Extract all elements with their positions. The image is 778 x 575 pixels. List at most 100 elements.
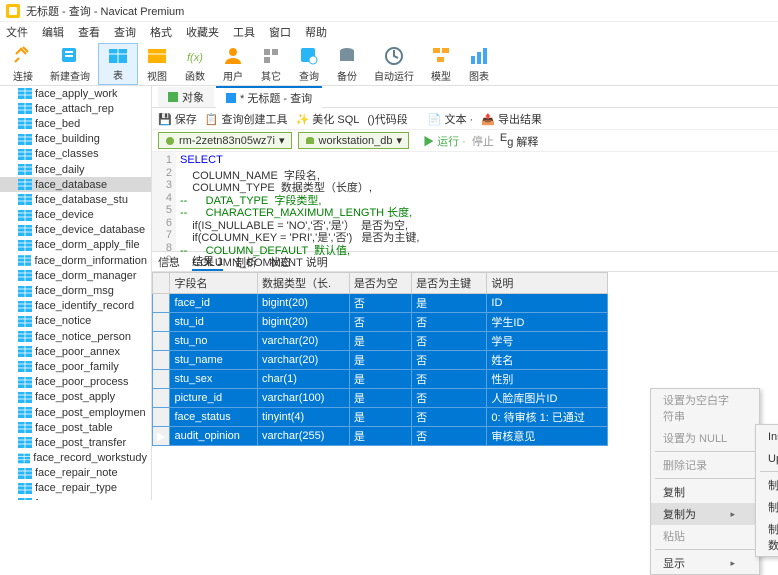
toolbar-other[interactable]: 其它 — [252, 43, 290, 85]
sidebar-item[interactable]: face_repair_note — [0, 466, 151, 481]
sidebar-item[interactable]: face_database_stu — [0, 192, 151, 207]
cell[interactable]: stu_name — [170, 351, 258, 370]
ctx-insert[interactable]: Insert 语句 — [756, 425, 778, 447]
table-row[interactable]: stu_novarchar(20)是否学号 — [153, 332, 608, 351]
ctx-tab-both[interactable]: 制表符分隔值 (字段名和数据) — [756, 518, 778, 556]
table-row[interactable]: stu_idbigint(20)否否学生ID — [153, 313, 608, 332]
text-button[interactable]: 📄 文本 · — [428, 111, 474, 127]
ctx-display[interactable]: 显示 — [651, 552, 759, 574]
cell[interactable]: 否 — [412, 408, 487, 427]
save-button[interactable]: 💾 保存 — [158, 111, 197, 127]
cell[interactable]: stu_no — [170, 332, 258, 351]
toolbar-plug[interactable]: 连接 — [4, 43, 42, 85]
cell[interactable]: 学号 — [487, 332, 608, 351]
col-header[interactable]: 说明 — [487, 273, 608, 294]
cell[interactable]: tinyint(4) — [258, 408, 350, 427]
cell[interactable]: face_status — [170, 408, 258, 427]
sidebar-item[interactable]: face_poor_family — [0, 359, 151, 374]
menu-fav[interactable]: 收藏夹 — [186, 24, 219, 40]
db-select[interactable]: workstation_db ▾ — [298, 132, 410, 149]
sidebar-item[interactable]: face_notice — [0, 314, 151, 329]
tab-objects[interactable]: 对象 — [158, 87, 214, 107]
toolbar-chart[interactable]: 图表 — [460, 43, 498, 85]
cell[interactable]: 否 — [349, 294, 411, 313]
menu-edit[interactable]: 编辑 — [42, 24, 64, 40]
toolbar-newquery[interactable]: 新建查询 — [42, 43, 98, 85]
menu-format[interactable]: 格式 — [150, 24, 172, 40]
cell[interactable]: 是 — [349, 351, 411, 370]
sidebar-item[interactable]: face_attach_rep — [0, 101, 151, 116]
stop-button[interactable]: 停止 — [472, 133, 494, 149]
sidebar-item[interactable]: face_building — [0, 132, 151, 147]
table-row[interactable]: stu_namevarchar(20)是否姓名 — [153, 351, 608, 370]
segment-button[interactable]: ()代码段 — [367, 111, 407, 127]
sidebar-item[interactable]: face_dorm_apply_file — [0, 238, 151, 253]
sidebar-item[interactable]: face_database — [0, 177, 151, 192]
toolbar-model[interactable]: 模型 — [422, 43, 460, 85]
cell[interactable]: 否 — [412, 389, 487, 408]
cell[interactable]: stu_id — [170, 313, 258, 332]
explain-button[interactable]: Eg 解释 — [500, 132, 539, 150]
toolbar-table[interactable]: 表 — [98, 43, 138, 85]
ctx-paste[interactable]: 粘贴 — [651, 525, 759, 547]
sidebar-item[interactable]: face_post_transfer — [0, 435, 151, 450]
cell[interactable]: 否 — [412, 427, 487, 446]
table-row[interactable]: face_statustinyint(4)是否0: 待审核 1: 已通过 — [153, 408, 608, 427]
cell[interactable]: 性别 — [487, 370, 608, 389]
toolbar-user[interactable]: 用户 — [214, 43, 252, 85]
sidebar-item[interactable]: face_apply_work — [0, 86, 151, 101]
run-button[interactable]: ▶ 运行 · — [423, 133, 466, 149]
menu-help[interactable]: 帮助 — [305, 24, 327, 40]
cell[interactable]: char(1) — [258, 370, 350, 389]
cell[interactable]: varchar(100) — [258, 389, 350, 408]
tab-info[interactable]: 信息 — [158, 254, 180, 270]
table-row[interactable]: stu_sexchar(1)是否性别 — [153, 370, 608, 389]
cell[interactable]: 人脸库图片ID — [487, 389, 608, 408]
cell[interactable]: 否 — [412, 370, 487, 389]
sidebar-item[interactable]: face_bed — [0, 116, 151, 131]
sidebar-item[interactable]: face_room — [0, 496, 151, 500]
data-table[interactable]: 字段名数据类型（长.是否为空是否为主键说明face_idbigint(20)否是… — [152, 272, 608, 446]
ctx-update[interactable]: Update 语句 — [756, 447, 778, 469]
cell[interactable]: bigint(20) — [258, 294, 350, 313]
col-header[interactable]: 字段名 — [170, 273, 258, 294]
server-select[interactable]: rm-2zetn83n05wz7i ▾ — [158, 132, 292, 149]
cell[interactable]: 是 — [412, 294, 487, 313]
code-area[interactable]: SELECT COLUMN_NAME 字段名, COLUMN_TYPE 数据类型… — [176, 152, 778, 251]
sidebar-item[interactable]: face_daily — [0, 162, 151, 177]
cell[interactable]: 是 — [349, 370, 411, 389]
cell[interactable]: 0: 待审核 1: 已通过 — [487, 408, 608, 427]
ctx-set-empty[interactable]: 设置为空白字符串 — [651, 389, 759, 427]
sidebar-item[interactable]: face_classes — [0, 147, 151, 162]
sidebar-item[interactable]: face_poor_process — [0, 375, 151, 390]
cell[interactable]: picture_id — [170, 389, 258, 408]
cell[interactable]: 审核意见 — [487, 427, 608, 446]
sidebar-item[interactable]: face_repair_type — [0, 481, 151, 496]
col-header[interactable]: 是否为空 — [349, 273, 411, 294]
menu-file[interactable]: 文件 — [6, 24, 28, 40]
sidebar-item[interactable]: face_device_database — [0, 223, 151, 238]
sql-editor[interactable]: 123456789 SELECT COLUMN_NAME 字段名, COLUMN… — [152, 152, 778, 252]
table-row[interactable]: ▶audit_opinionvarchar(255)是否审核意见 — [153, 427, 608, 446]
ctx-delete[interactable]: 删除记录 — [651, 454, 759, 476]
cell[interactable]: audit_opinion — [170, 427, 258, 446]
sidebar-item[interactable]: face_notice_person — [0, 329, 151, 344]
cell[interactable]: varchar(20) — [258, 351, 350, 370]
toolbar-autorun[interactable]: 自动运行 — [366, 43, 422, 85]
cell[interactable]: 否 — [412, 313, 487, 332]
col-header[interactable]: 数据类型（长. — [258, 273, 350, 294]
ctx-tab-field[interactable]: 制表符分隔值 (字段名) — [756, 496, 778, 518]
sidebar-item[interactable]: face_dorm_information — [0, 253, 151, 268]
table-row[interactable]: picture_idvarchar(100)是否人脸库图片ID — [153, 389, 608, 408]
sidebar-item[interactable]: face_dorm_msg — [0, 283, 151, 298]
menu-tools[interactable]: 工具 — [233, 24, 255, 40]
sidebar-item[interactable]: face_poor_annex — [0, 344, 151, 359]
menu-view[interactable]: 查看 — [78, 24, 100, 40]
sidebar-item[interactable]: face_post_table — [0, 420, 151, 435]
table-row[interactable]: face_idbigint(20)否是ID — [153, 294, 608, 313]
cell[interactable]: 姓名 — [487, 351, 608, 370]
cell[interactable]: 是 — [349, 389, 411, 408]
cell[interactable]: 否 — [412, 351, 487, 370]
cell[interactable]: varchar(255) — [258, 427, 350, 446]
cell[interactable]: ID — [487, 294, 608, 313]
